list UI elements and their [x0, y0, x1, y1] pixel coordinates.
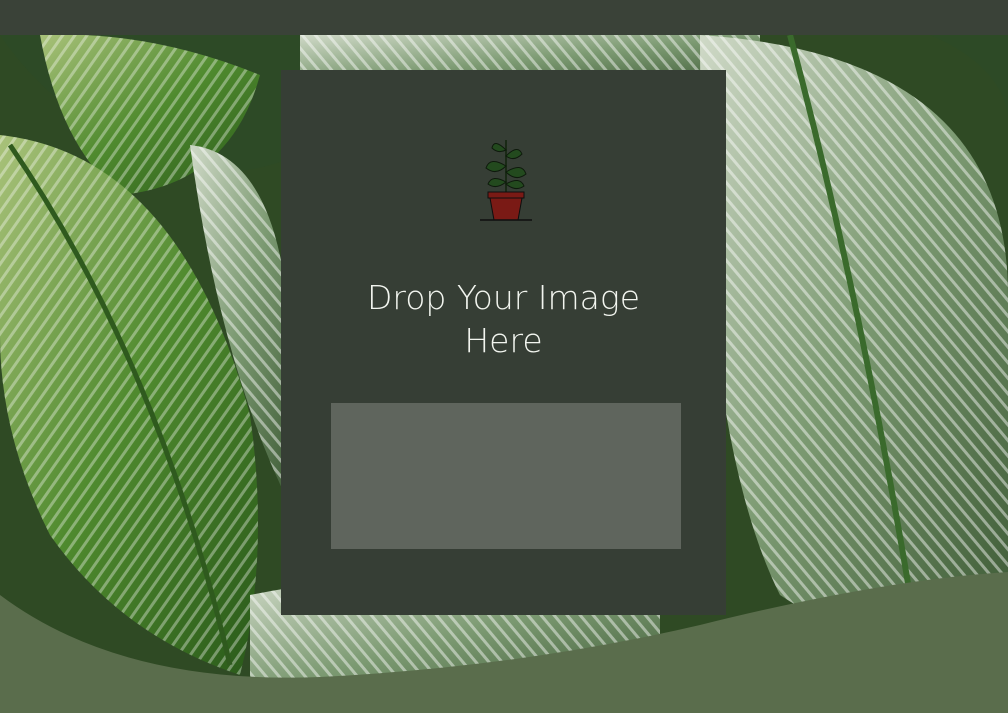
top-bar: [0, 0, 1008, 35]
image-dropzone[interactable]: [331, 403, 681, 549]
drop-prompt-line2: Here: [464, 321, 543, 360]
drop-prompt-line1: Drop Your Image: [366, 278, 641, 317]
upload-card: Drop Your Image Here: [281, 70, 726, 615]
potted-plant-icon: [478, 136, 534, 224]
drop-prompt: Drop Your Image Here: [281, 276, 726, 362]
